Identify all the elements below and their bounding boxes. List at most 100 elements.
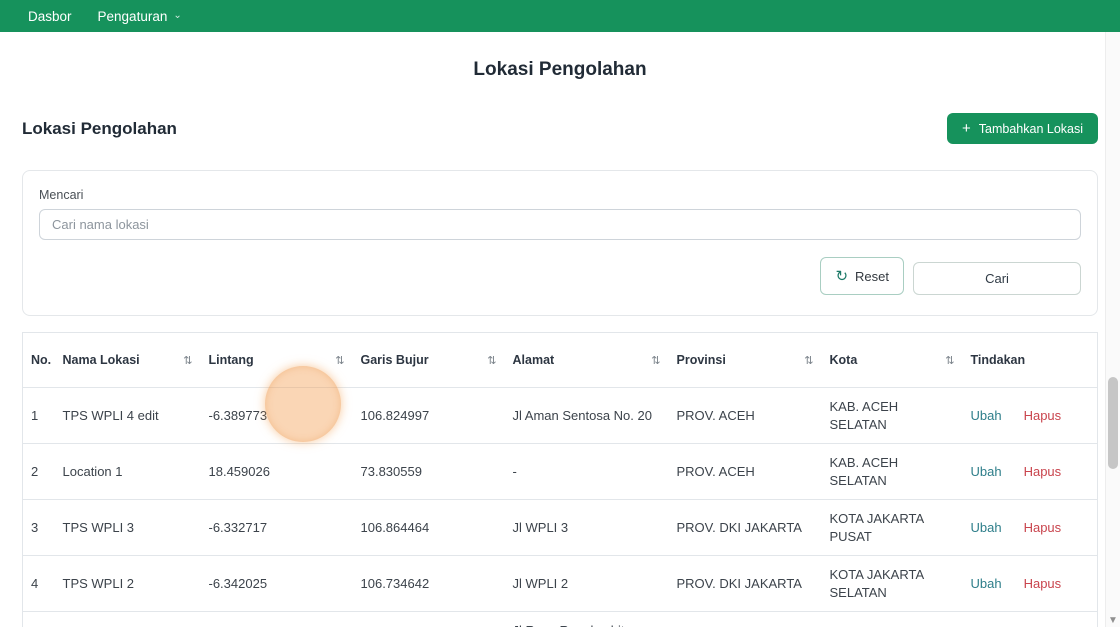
cell-nama: Location 1 [54,443,201,500]
column-header-tindakan: Tindakan [962,332,1098,388]
column-label-garis-bujur: Garis Bujur [360,353,429,367]
cell-no: 2 [22,443,55,500]
cell-provinsi: PROV. BANTEN [668,611,822,627]
search-label: Mencari [39,188,84,202]
cell-bujur: 106.864464 [352,499,505,556]
sort-icon[interactable]: ⇅ [945,354,954,367]
navbar: Dasbor Pengaturan ⌄ [0,0,1120,32]
column-header-lintang[interactable]: Lintang ⇅ [200,332,353,388]
cell-alamat: - [504,443,669,500]
edit-link[interactable]: Ubah [971,576,1002,591]
table-row: 2 Location 1 18.459026 73.830559- PROV. ACEH… [22,443,1098,500]
cell-provinsi: PROV. ACEH [668,443,822,500]
column-header-no: No. [22,332,55,388]
cell-actions: Ubah Hapus [962,387,1098,444]
column-label-no: No. [31,353,52,367]
locations-table: No. Nama Lokasi ⇅ Lintang ⇅ Garis Bujur ⇅ Alama… [22,332,1098,627]
sort-icon[interactable]: ⇅ [651,354,660,367]
cell-kota: KOTA JAKARTA SELATAN [821,555,963,612]
column-header-alamat[interactable]: Alamat ⇅ [504,332,669,388]
chevron-down-icon: ⌄ [173,10,182,21]
app-window: Dasbor Pengaturan ⌄ Lokasi Pengolahan Lo… [0,0,1120,627]
column-header-provinsi[interactable]: Provinsi ⇅ [668,332,822,388]
column-label-alamat: Alamat [512,353,555,367]
add-location-label: Tambahkan Lokasi [978,121,1083,136]
edit-link[interactable]: Ubah [971,408,1002,423]
column-header-nama-lokasi[interactable]: Nama Lokasi ⇅ [54,332,201,388]
cell-no: 4 [22,555,55,612]
table-row: 5TPS WPLI-6.389772106.824997Jl Raya Rang… [22,611,1098,627]
section-header: Lokasi Pengolahan + Tambahkan Lokasi [22,113,1098,144]
column-header-garis-bujur[interactable]: Garis Bujur ⇅ [352,332,505,388]
table-row: 3 TPS WPLI 3 -6.332717 106.864464 Jl WPLI 3P… [22,499,1098,556]
cell-lintang: -6.389773 [200,387,353,444]
cell-provinsi: PROV. ACEH [668,387,822,444]
cell-alamat: Jl WPLI 2 [504,555,669,612]
cell-alamat: Jl Aman Sentosa No. 20 [504,387,669,444]
cell-actions: Ubah Hapus [962,443,1098,500]
cell-provinsi: PROV. DKI JAKARTA [668,499,822,556]
delete-link[interactable]: Hapus [1024,520,1062,535]
delete-link[interactable]: Hapus [1024,464,1062,479]
search-submit-button[interactable]: Cari [913,262,1081,295]
edit-link[interactable]: Ubah [971,464,1002,479]
table-header-row: No. Nama Lokasi ⇅ Lintang ⇅ Garis Bujur ⇅ Alama… [22,332,1098,388]
cell-bujur: 106.824997 [352,611,505,627]
cell-actions: Ubah Hapus [962,499,1098,556]
column-label-lintang: Lintang [208,353,254,367]
cell-no: 3 [22,499,55,556]
cell-bujur: 106.734642 [352,555,505,612]
cell-nama: TPS WPLI 2 [54,555,201,612]
plus-icon: + [962,120,971,137]
scrollbar-down-arrow-icon[interactable]: ▼ [1106,616,1120,626]
cell-lintang: -6.389772 [200,611,353,627]
nav-item-pengaturan[interactable]: Pengaturan ⌄ [98,9,182,24]
cell-no: 5 [22,611,55,627]
cell-provinsi: PROV. DKI JAKARTA [668,555,822,612]
refresh-icon: ↻ [835,267,849,285]
cell-bujur: 73.830559 [352,443,505,500]
page-title: Lokasi Pengolahan [473,59,647,80]
column-header-kota[interactable]: Kota ⇅ [821,332,963,388]
add-location-button[interactable]: + Tambahkan Lokasi [947,113,1098,144]
cell-lintang: 18.459026 [200,443,353,500]
column-label-provinsi: Provinsi [676,353,726,367]
nav-item-pengaturan-label: Pengaturan [97,8,168,24]
nav-item-dasbor[interactable]: Dasbor [28,9,72,24]
table-row: 1 TPS WPLI 4 edit -6.389773 106.824997 Jl Am… [22,387,1098,444]
sort-icon[interactable]: ⇅ [335,354,344,367]
table-row: 4 TPS WPLI 2 -6.342025 106.734642 Jl WPLI 2P… [22,555,1098,612]
reset-button[interactable]: ↻ Reset [820,257,904,295]
edit-link[interactable]: Ubah [971,520,1002,535]
cell-actions: Ubah Hapus [962,555,1098,612]
cell-alamat: Jl Raya Rangkasbitung Km [504,611,669,627]
section-title: Lokasi Pengolahan [22,118,177,138]
cell-lintang: -6.332717 [200,499,353,556]
cell-bujur: 106.824997 [352,387,505,444]
cell-kota: KAB. SERANG [821,611,963,627]
cell-kota: KAB. ACEH SELATAN [821,387,963,444]
sort-icon[interactable]: ⇅ [804,354,813,367]
scrollbar[interactable]: ▼ [1105,32,1120,627]
sort-icon[interactable]: ⇅ [487,354,496,367]
cell-nama: TPS WPLI 3 [54,499,201,556]
column-label-tindakan: Tindakan [970,353,1026,367]
cell-nama: TPS WPLI 4 edit [54,387,201,444]
column-label-nama-lokasi: Nama Lokasi [62,353,140,367]
search-panel: Mencari ↻ Reset Cari [22,170,1098,316]
cell-lintang: -6.342025 [200,555,353,612]
search-input[interactable] [39,209,1081,240]
delete-link[interactable]: Hapus [1024,408,1062,423]
cell-nama: TPS WPLI [54,611,201,627]
scrollbar-thumb[interactable] [1108,377,1118,469]
column-label-kota: Kota [829,353,858,367]
delete-link[interactable]: Hapus [1024,576,1062,591]
cell-kota: KAB. ACEH SELATAN [821,443,963,500]
sort-icon[interactable]: ⇅ [183,354,192,367]
search-actions: ↻ Reset Cari [39,257,1081,295]
cell-no: 1 [22,387,55,444]
cell-alamat: Jl WPLI 3 [504,499,669,556]
table-body: 1 TPS WPLI 4 edit -6.389773 106.824997 Jl Am… [22,387,1098,627]
main-content: Lokasi Pengolahan Lokasi Pengolahan + Ta… [0,59,1120,627]
cell-actions: UbahHapus [962,611,1098,627]
